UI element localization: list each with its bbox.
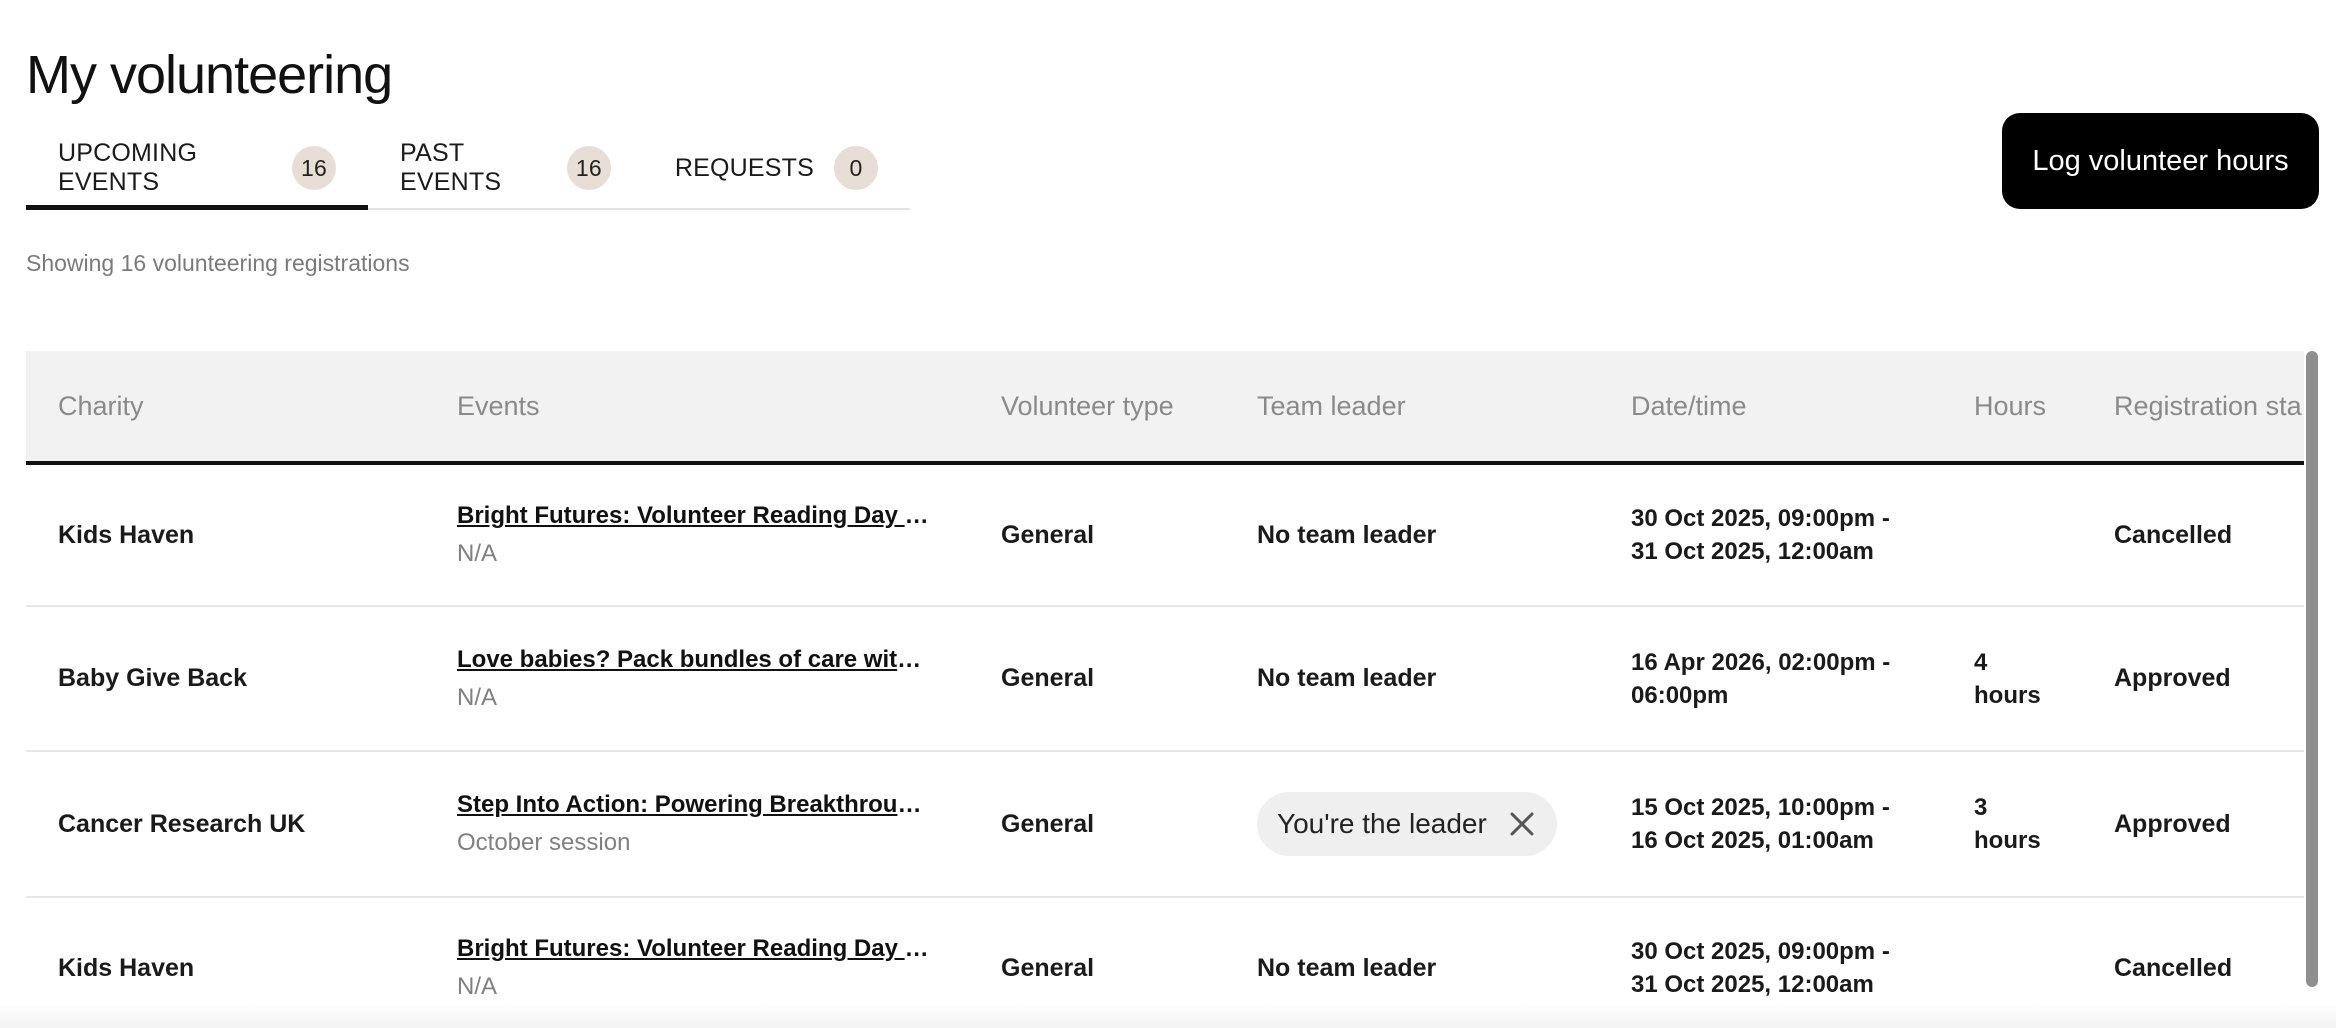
event-session: N/A [457, 973, 498, 1000]
event-link[interactable]: Bright Futures: Volunteer Reading Day at… [457, 502, 932, 530]
date-time-end: 06:00pm [1631, 681, 1729, 709]
column-header-hours[interactable]: Hours [1974, 351, 2046, 461]
volunteer-type: General [1001, 953, 1095, 982]
event-session: N/A [457, 683, 498, 711]
page-title: My volunteering [26, 45, 393, 106]
tab-label: PAST EVENTS [400, 139, 502, 196]
volunteer-type: General [1001, 664, 1095, 692]
column-header-registration-status[interactable]: Registration sta [2114, 351, 2302, 461]
log-volunteer-hours-button[interactable]: Log volunteer hours [2002, 113, 2319, 209]
tab-label: REQUESTS [674, 153, 814, 182]
charity-name: Cancer Research UK [58, 809, 306, 838]
column-header-date-time[interactable]: Date/time [1631, 351, 1747, 461]
volunteer-type: General [1001, 809, 1095, 838]
table-header: Charity Events Volunteer type Team leade… [26, 351, 2304, 465]
date-time-start: 30 Oct 2025, 09:00pm - [1631, 505, 1890, 532]
close-icon[interactable] [1509, 811, 1535, 837]
column-header-events[interactable]: Events [457, 351, 540, 461]
results-count-text: Showing 16 volunteering registrations [26, 250, 410, 276]
charity-name: Baby Give Back [58, 664, 247, 692]
tab-requests[interactable]: REQUESTS 0 [643, 128, 910, 208]
table-row[interactable]: Cancer Research UK Step Into Action: Pow… [26, 752, 2304, 898]
registration-status: Cancelled [2114, 520, 2233, 549]
table-row[interactable]: Baby Give Back Love babies? Pack bundles… [26, 607, 2304, 752]
registrations-table: Charity Events Volunteer type Team leade… [26, 351, 2304, 1028]
tab-upcoming-events[interactable]: UPCOMING EVENTS 16 [26, 128, 369, 210]
count-badge: 16 [566, 146, 611, 190]
volunteer-type: General [1001, 520, 1095, 549]
count-badge: 16 [292, 146, 337, 190]
tab-past-events[interactable]: PAST EVENTS 16 [368, 128, 643, 208]
team-leader-label: No team leader [1257, 520, 1437, 549]
charity-name: Kids Haven [58, 953, 195, 982]
table-row[interactable]: Kids Haven Bright Futures: Volunteer Rea… [26, 465, 2304, 607]
vertical-scrollbar[interactable] [2306, 351, 2318, 987]
registration-status: Cancelled [2114, 953, 2233, 982]
date-time-start: 30 Oct 2025, 09:00pm - [1631, 938, 1890, 965]
date-time-end: 16 Oct 2025, 01:00am [1631, 827, 1874, 854]
count-badge: 0 [834, 146, 878, 190]
event-link[interactable]: Love babies? Pack bundles of care with B… [457, 646, 932, 674]
hours-value: 3 [1974, 794, 1988, 821]
event-link[interactable]: Bright Futures: Volunteer Reading Day at… [457, 935, 932, 963]
team-leader-chip: You're the leader [1257, 792, 1557, 856]
date-time-start: 15 Oct 2025, 10:00pm - [1631, 794, 1890, 821]
bottom-fade [0, 1004, 2336, 1028]
team-leader-label: No team leader [1257, 953, 1437, 982]
tab-label: UPCOMING EVENTS [58, 139, 198, 196]
charity-name: Kids Haven [58, 520, 195, 549]
date-time-end: 31 Oct 2025, 12:00am [1631, 538, 1874, 565]
date-time-start: 16 Apr 2026, 02:00pm - [1631, 648, 1891, 676]
column-header-charity[interactable]: Charity [58, 351, 144, 461]
registration-status: Approved [2114, 809, 2231, 838]
column-header-volunteer-type[interactable]: Volunteer type [1001, 351, 1174, 461]
hours-value: 4 [1974, 648, 1988, 676]
hours-unit: hours [1974, 681, 2041, 709]
event-link[interactable]: Step Into Action: Powering Breakthroughs… [457, 791, 932, 819]
team-leader-label: No team leader [1257, 664, 1437, 692]
date-time-end: 31 Oct 2025, 12:00am [1631, 971, 1874, 998]
registration-status: Approved [2114, 664, 2231, 692]
tab-bar: UPCOMING EVENTS 16 PAST EVENTS 16 REQUES… [26, 128, 910, 210]
column-header-team-leader[interactable]: Team leader [1257, 351, 1406, 461]
event-session: October session [457, 829, 631, 856]
hours-unit: hours [1974, 827, 2041, 854]
team-leader-label: You're the leader [1277, 808, 1487, 839]
event-session: N/A [457, 540, 498, 567]
